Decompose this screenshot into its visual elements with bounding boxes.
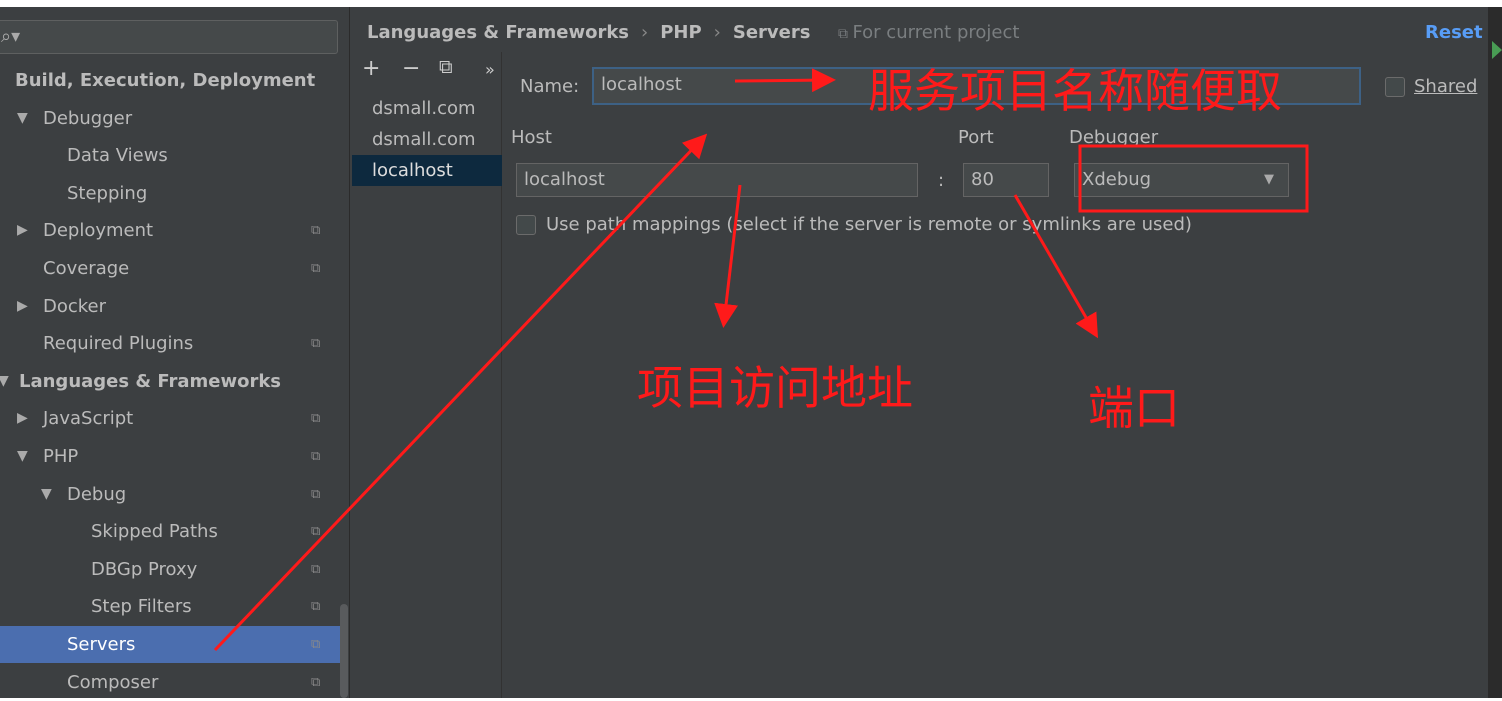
tree-item-label: Stepping [67,182,148,204]
expand-down-icon[interactable]: ▼ [41,476,52,513]
tree-item-php[interactable]: ▼ PHP ⧉ [0,438,340,475]
host-port-separator: : [938,170,945,191]
tree-item-build-execution-deployment[interactable]: Build, Execution, Deployment [0,62,340,99]
tree-item-skipped-paths[interactable]: Skipped Paths ⧉ [0,513,340,550]
server-item-selected[interactable]: localhost [352,155,502,186]
expand-right-icon[interactable]: ▶ [17,288,28,325]
tree-item-coverage[interactable]: Coverage ⧉ [0,250,340,287]
path-mappings-label: Use path mappings (select if the server … [546,214,1192,235]
tree-item-javascript[interactable]: ▶ JavaScript ⧉ [0,400,340,437]
servers-list-panel: + − ⧉ » dsmall.com dsmall.com (1) localh… [352,52,502,698]
project-scope-icon: ⧉ [311,223,321,239]
tree-item-languages-frameworks[interactable]: ▼ Languages & Frameworks [0,363,340,400]
expand-down-icon[interactable]: ▼ [0,363,9,400]
run-icon [1492,41,1502,59]
shared-label: Shared [1414,76,1478,97]
expand-down-icon[interactable]: ▼ [17,100,28,137]
search-input[interactable]: ⌕▾ [0,20,338,54]
tree-item-label: Deployment [43,220,154,242]
tree-item-label: JavaScript [43,408,134,430]
project-scope-icon: ⧉ [311,561,321,577]
name-label: Name: [520,76,580,97]
project-scope-icon: ⧉ [311,524,321,540]
project-scope-icon: ⧉ [838,26,853,42]
tree-item-label: PHP [43,446,79,467]
debugger-label: Debugger [1069,127,1159,148]
shared-checkbox[interactable] [1385,77,1405,97]
expand-down-icon[interactable]: ▼ [17,438,28,475]
tree-item-debug[interactable]: ▼ Debug ⧉ [0,476,340,513]
project-scope-icon: ⧉ [311,637,321,652]
breadcrumb-item: Servers [732,22,811,43]
tree-item-label: Coverage [43,258,130,279]
annotation-name-note: 服务项目名称随便取 [868,64,1282,118]
tree-item-label: Skipped Paths [91,521,218,543]
host-field[interactable]: localhost [516,163,918,197]
project-scope-icon: ⧉ [311,486,321,502]
tree-item-label: Debugger [43,107,133,129]
project-scope-icon: ⧉ [311,411,321,427]
tree-item-required-plugins[interactable]: Required Plugins ⧉ [0,325,340,362]
tree-item-stepping[interactable]: Stepping [0,175,340,212]
path-mappings-checkbox[interactable] [516,215,536,235]
breadcrumb-item: PHP [660,22,702,43]
annotation-host-note: 项目访问地址 [637,361,913,415]
tree-item-deployment[interactable]: ▶ Deployment ⧉ [0,212,340,249]
debugger-select[interactable]: Xdebug ▼ [1074,163,1289,197]
search-icon: ⌕▾ [1,26,21,47]
tree-item-label: Debug [67,483,127,505]
project-scope-icon: ⧉ [311,599,321,615]
settings-sidebar: ⌕▾ Build, Execution, Deployment ▼ Debugger… [0,7,350,698]
chevron-right-icon: › [641,22,649,43]
debugger-selected-value: Xdebug [1082,169,1152,190]
more-actions-button[interactable]: » [485,60,495,79]
annotation-port-note: 端口 [1088,381,1180,435]
tree-item-debugger[interactable]: ▼ Debugger [0,100,340,137]
tree-item-servers[interactable]: Servers ⧉ [0,626,340,663]
tree-item-label: Required Plugins [43,333,194,355]
remove-server-button[interactable]: − [402,56,420,81]
tree-item-data-views[interactable]: Data Views [0,137,340,174]
tree-item-label: Step Filters [91,596,192,618]
tree-item-label: Composer [67,671,159,693]
port-label: Port [958,127,994,148]
expand-right-icon[interactable]: ▶ [17,400,28,437]
tree-item-docker[interactable]: ▶ Docker [0,288,340,325]
server-item[interactable]: dsmall.com (1) [352,124,502,181]
tree-item-label: Servers [67,634,136,655]
project-scope-icon: ⧉ [311,336,321,352]
tree-item-step-filters[interactable]: Step Filters ⧉ [0,588,340,625]
dropdown-arrow-icon: ▼ [1264,172,1274,187]
breadcrumb: Languages & Frameworks › PHP › Servers [367,19,810,47]
scope-label: ⧉ For current project [838,22,1020,43]
port-field[interactable]: 80 [963,163,1049,197]
tree-item-label: Build, Execution, Deployment [15,70,316,91]
add-server-button[interactable]: + [362,56,380,81]
server-item[interactable]: dsmall.com [352,93,502,124]
tree-item-label: Languages & Frameworks [19,370,282,392]
project-scope-icon: ⧉ [311,674,321,690]
project-scope-icon: ⧉ [311,449,321,464]
host-label: Host [511,127,552,148]
sidebar-scrollbar[interactable] [340,604,348,698]
editor-edge [1488,7,1502,698]
tree-item-dbgp-proxy[interactable]: DBGp Proxy ⧉ [0,551,340,588]
breadcrumb-item: Languages & Frameworks [367,22,630,43]
tree-item-label: Data Views [67,145,168,167]
expand-right-icon[interactable]: ▶ [17,212,28,249]
copy-server-button[interactable]: ⧉ [439,56,453,78]
tree-item-label: DBGp Proxy [91,558,198,580]
project-scope-icon: ⧉ [311,261,321,276]
chevron-right-icon: › [713,22,721,43]
reset-link[interactable]: Reset [1425,19,1483,47]
tree-item-composer[interactable]: Composer ⧉ [0,664,340,701]
tree-item-label: Docker [43,295,107,317]
